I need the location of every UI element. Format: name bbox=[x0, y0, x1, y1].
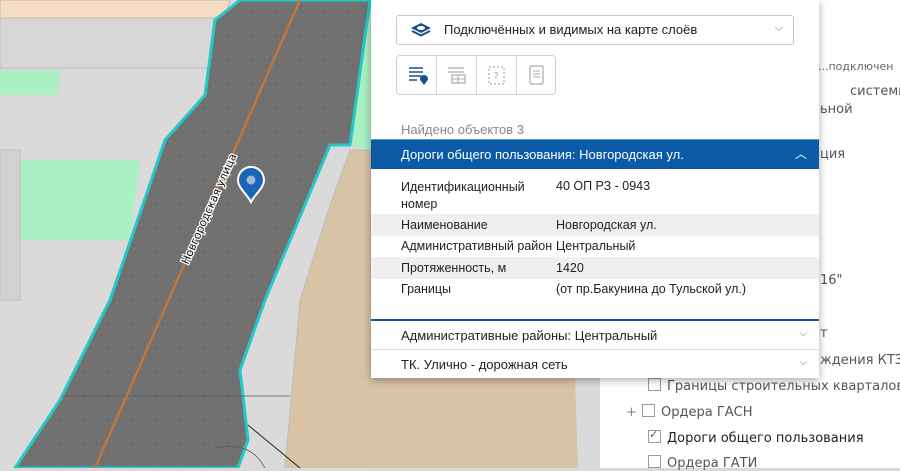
section-title: Дороги общего пользования: Новгородская … bbox=[401, 147, 684, 162]
layer-panel-text: ...подключен bbox=[818, 60, 894, 73]
attribute-row: Наименование Новгородская ул. bbox=[371, 214, 819, 236]
layer-checkbox-checked[interactable] bbox=[648, 428, 661, 443]
bbox-question-button[interactable]: ? bbox=[477, 56, 517, 94]
accordion-title: Административные районы: Центральный bbox=[401, 328, 658, 343]
section-header-roads[interactable]: Дороги общего пользования: Новгородская … bbox=[371, 139, 819, 169]
layer-label: Ордера ГАСН bbox=[661, 405, 753, 420]
layer-item-gati-orders[interactable]: Ордера ГАТИ bbox=[648, 455, 757, 471]
attribute-key: Протяженность, м bbox=[401, 261, 507, 275]
layer-select-dropdown[interactable]: Подключённых и видимых на карте слоёв ⌵ bbox=[396, 15, 794, 45]
layer-item-building-quarters[interactable]: Границы строительных кварталов bbox=[648, 378, 900, 394]
attribute-value: (от пр.Бакунина до Тульской ул.) bbox=[556, 282, 747, 296]
layer-checkbox[interactable] bbox=[648, 455, 661, 468]
document-icon bbox=[529, 65, 544, 85]
layer-panel-text: ждения КТЗН bbox=[820, 353, 900, 368]
attribute-key: Административный район bbox=[401, 239, 553, 253]
chevron-down-icon: ⌵ bbox=[799, 357, 807, 368]
accordion-road-network[interactable]: ТК. Улично - дорожная сеть ⌵ bbox=[371, 349, 819, 378]
tool-buttons: ? bbox=[396, 55, 556, 95]
accordion-admin-districts[interactable]: Административные районы: Центральный ⌵ bbox=[371, 321, 819, 349]
attribute-key: Идентификационный номер bbox=[401, 180, 525, 211]
chevron-down-icon: ⌵ bbox=[799, 328, 807, 339]
layer-checkbox[interactable] bbox=[642, 404, 655, 417]
layer-checkbox[interactable] bbox=[648, 378, 661, 391]
layer-item-gasn-orders[interactable]: + Ордера ГАСН bbox=[626, 404, 753, 420]
attribute-row: Границы (от пр.Бакунина до Тульской ул.) bbox=[371, 279, 819, 301]
layer-select-value: Подключённых и видимых на карте слоёв bbox=[444, 22, 698, 37]
list-pin-button[interactable] bbox=[397, 56, 437, 94]
attribute-key: Наименование bbox=[401, 218, 488, 232]
layer-panel-text: ция bbox=[820, 147, 846, 162]
attribute-value: Центральный bbox=[556, 239, 636, 253]
attribute-value: 40 ОП РЗ - 0943 bbox=[556, 179, 651, 193]
attribute-value: Новгородская ул. bbox=[556, 218, 657, 232]
table-button[interactable] bbox=[437, 56, 477, 94]
attribute-row: Административный район Центральный bbox=[371, 236, 819, 257]
chevron-up-icon: ︿ bbox=[794, 147, 807, 161]
accordion-title: ТК. Улично - дорожная сеть bbox=[401, 357, 568, 372]
layer-label: Границы строительных кварталов bbox=[667, 379, 900, 394]
layers-icon bbox=[411, 23, 431, 37]
attribute-row: Протяженность, м 1420 bbox=[371, 257, 819, 279]
attribute-key: Границы bbox=[401, 282, 451, 296]
layer-panel-text: т bbox=[820, 326, 828, 341]
layer-label: Ордера ГАТИ bbox=[667, 456, 758, 471]
layer-panel-text: системы bbox=[850, 84, 900, 99]
layer-panel-text: 16" bbox=[820, 273, 843, 288]
layer-item-public-roads[interactable]: Дороги общего пользования bbox=[648, 428, 864, 446]
expand-plus-icon[interactable]: + bbox=[626, 405, 642, 420]
attribute-row: Идентификационный номер 40 ОП РЗ - 0943 bbox=[371, 179, 819, 213]
bbox-question-icon: ? bbox=[488, 66, 505, 85]
found-count-text: Найдено объектов 3 bbox=[401, 122, 524, 137]
svg-text:?: ? bbox=[494, 71, 499, 82]
list-pin-icon bbox=[409, 67, 428, 85]
document-button[interactable] bbox=[517, 56, 555, 94]
table-icon bbox=[448, 67, 466, 84]
layer-panel-text: ьной bbox=[820, 102, 853, 117]
identify-popup: Подключённых и видимых на карте слоёв ⌵ bbox=[371, 0, 819, 378]
layer-label: Дороги общего пользования bbox=[667, 431, 864, 446]
chevron-down-icon: ⌵ bbox=[774, 22, 783, 34]
attribute-value: 1420 bbox=[556, 261, 584, 275]
